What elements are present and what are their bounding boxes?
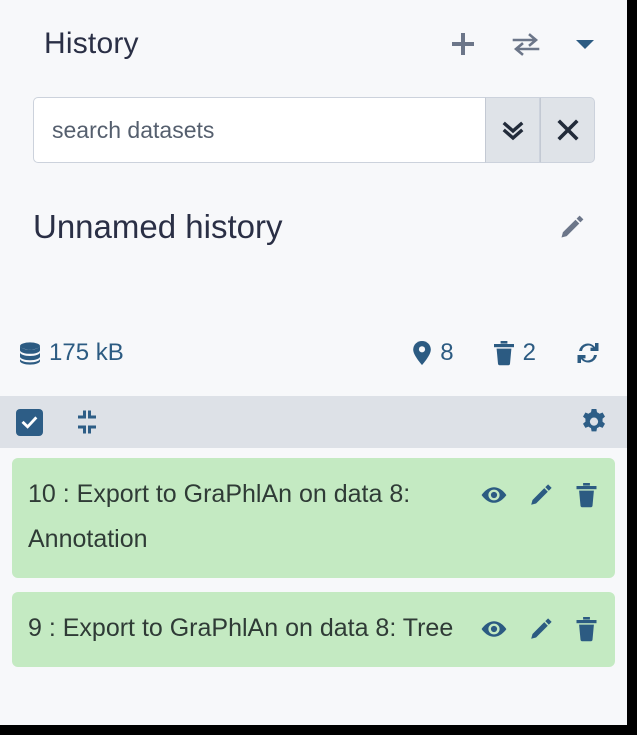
history-counts: 8 2 [411,339,616,367]
history-name-row: Unnamed history [33,196,595,258]
screen-root: History search datasets Unnamed history … [0,0,637,735]
deleted-items-label: 2 [522,339,536,366]
search-input[interactable] [33,97,485,163]
history-name[interactable]: Unnamed history [33,208,282,246]
history-size[interactable]: 175 kB [16,339,124,367]
shown-items-label: 8 [440,339,454,366]
dataset-item[interactable]: 10 : Export to GraPhlAn on data 8: Annot… [12,458,615,578]
page-title: History [44,27,139,60]
clear-search-button[interactable] [540,97,595,163]
display-dataset-button[interactable] [480,484,508,506]
plus-icon [449,30,477,58]
history-size-label: 175 kB [49,339,124,366]
history-panel: History search datasets Unnamed history … [0,0,627,725]
history-panel-header: History [0,0,627,88]
pencil-icon [527,481,555,509]
eye-icon [480,618,508,640]
shown-items-count[interactable]: 8 [411,339,454,367]
history-options-dropdown[interactable] [575,37,595,51]
delete-dataset-button[interactable] [574,481,599,509]
dataset-item[interactable]: 9 : Export to GraPhlAn on data 8: Tree [12,592,615,667]
dataset-title: 10 : Export to GraPhlAn on data 8: Annot… [28,480,411,553]
sync-icon [574,339,602,367]
advanced-search-toggle[interactable] [485,97,540,163]
dataset-title: 9 : Export to GraPhlAn on data 8: Tree [28,614,454,642]
close-icon [556,118,580,142]
create-new-history-button[interactable] [449,30,477,58]
edit-dataset-button[interactable] [527,615,555,643]
trash-icon [492,339,516,367]
search-row [33,97,595,163]
edit-history-attributes-button[interactable] [557,212,595,242]
double-chevron-down-icon [501,118,525,142]
caret-down-icon [575,37,595,51]
select-all-checkbox[interactable] [16,408,43,436]
pencil-icon [527,615,555,643]
switch-history-button[interactable] [511,30,541,58]
trash-icon [574,481,599,509]
history-settings-button[interactable] [579,407,609,437]
selection-toolbar [0,396,627,448]
selection-toolbar-left [16,408,101,436]
display-dataset-button[interactable] [480,618,508,640]
deleted-items-count[interactable]: 2 [492,339,536,367]
checkbox-checked-icon [20,413,39,432]
trash-icon [574,615,599,643]
dataset-actions [480,606,599,643]
database-icon [16,339,44,367]
delete-dataset-button[interactable] [574,615,599,643]
dataset-actions [480,472,599,509]
pencil-icon [557,212,587,242]
edit-dataset-button[interactable] [527,481,555,509]
exchange-icon [511,30,541,58]
dataset-list: 10 : Export to GraPhlAn on data 8: Annot… [0,458,627,681]
map-marker-icon [411,339,433,367]
history-stats-row: 175 kB 8 2 [16,331,616,375]
collapse-all-button[interactable] [73,408,101,436]
refresh-history-button[interactable] [574,339,602,367]
compress-icon [73,408,101,436]
gear-icon [579,407,609,437]
eye-icon [480,484,508,506]
header-actions [449,30,605,58]
